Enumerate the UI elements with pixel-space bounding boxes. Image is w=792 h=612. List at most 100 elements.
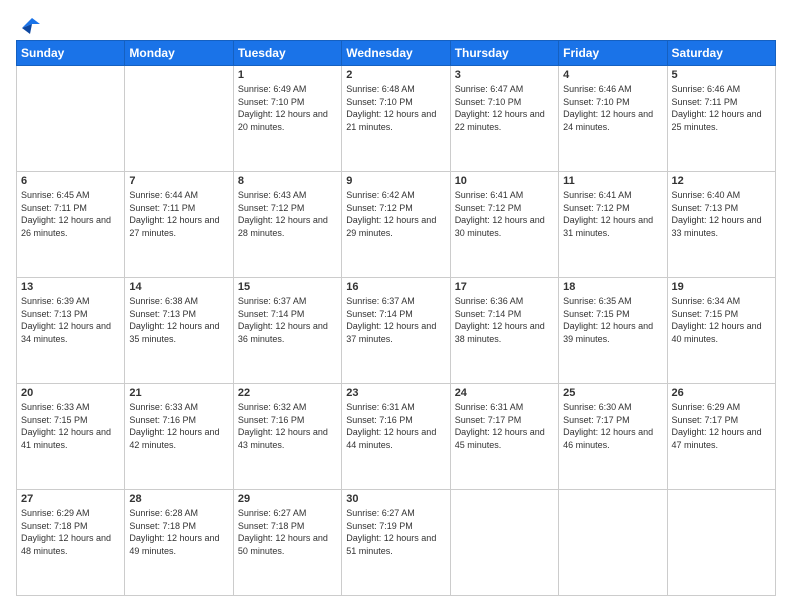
day-info: Sunrise: 6:43 AM Sunset: 7:12 PM Dayligh… (238, 189, 337, 239)
day-number: 29 (238, 493, 337, 505)
logo-bird-icon (18, 16, 40, 34)
calendar-day-header: Tuesday (233, 41, 341, 66)
day-info: Sunrise: 6:36 AM Sunset: 7:14 PM Dayligh… (455, 295, 554, 345)
calendar-day-header: Friday (559, 41, 667, 66)
calendar-cell: 29 Sunrise: 6:27 AM Sunset: 7:18 PM Dayli… (233, 490, 341, 596)
day-number: 8 (238, 175, 337, 187)
calendar-cell: 15 Sunrise: 6:37 AM Sunset: 7:14 PM Dayli… (233, 278, 341, 384)
calendar-cell: 6 Sunrise: 6:45 AM Sunset: 7:11 PM Daylig… (17, 172, 125, 278)
day-info: Sunrise: 6:47 AM Sunset: 7:10 PM Dayligh… (455, 83, 554, 133)
calendar-day-header: Thursday (450, 41, 558, 66)
day-number: 23 (346, 387, 445, 399)
calendar-day-header: Saturday (667, 41, 775, 66)
calendar-cell: 21 Sunrise: 6:33 AM Sunset: 7:16 PM Dayli… (125, 384, 233, 490)
calendar-cell: 25 Sunrise: 6:30 AM Sunset: 7:17 PM Dayli… (559, 384, 667, 490)
logo (16, 16, 40, 30)
calendar-cell: 16 Sunrise: 6:37 AM Sunset: 7:14 PM Dayli… (342, 278, 450, 384)
day-info: Sunrise: 6:42 AM Sunset: 7:12 PM Dayligh… (346, 189, 445, 239)
calendar-cell: 17 Sunrise: 6:36 AM Sunset: 7:14 PM Dayli… (450, 278, 558, 384)
calendar-cell (559, 490, 667, 596)
calendar-cell: 13 Sunrise: 6:39 AM Sunset: 7:13 PM Dayli… (17, 278, 125, 384)
calendar-cell (450, 490, 558, 596)
day-number: 25 (563, 387, 662, 399)
day-info: Sunrise: 6:33 AM Sunset: 7:15 PM Dayligh… (21, 401, 120, 451)
day-info: Sunrise: 6:44 AM Sunset: 7:11 PM Dayligh… (129, 189, 228, 239)
day-number: 6 (21, 175, 120, 187)
day-number: 11 (563, 175, 662, 187)
day-info: Sunrise: 6:31 AM Sunset: 7:17 PM Dayligh… (455, 401, 554, 451)
calendar-cell: 28Sunrise: 6:28 AM Sunset: 7:18 PM Dayli… (125, 490, 233, 596)
calendar-table: SundayMondayTuesdayWednesdayThursdayFrid… (16, 40, 776, 596)
day-info: Sunrise: 6:30 AM Sunset: 7:17 PM Dayligh… (563, 401, 662, 451)
day-info: Sunrise: 6:45 AM Sunset: 7:11 PM Dayligh… (21, 189, 120, 239)
calendar-week-row: 13 Sunrise: 6:39 AM Sunset: 7:13 PM Dayli… (17, 278, 776, 384)
day-number: 1 (238, 69, 337, 81)
calendar-week-row: 1 Sunrise: 6:49 AM Sunset: 7:10 PM Daylig… (17, 66, 776, 172)
day-number: 17 (455, 281, 554, 293)
day-number: 18 (563, 281, 662, 293)
day-number: 5 (672, 69, 771, 81)
day-number: 19 (672, 281, 771, 293)
day-info: Sunrise: 6:46 AM Sunset: 7:10 PM Dayligh… (563, 83, 662, 133)
page: SundayMondayTuesdayWednesdayThursdayFrid… (0, 0, 792, 612)
day-info: Sunrise: 6:33 AM Sunset: 7:16 PM Dayligh… (129, 401, 228, 451)
day-number: 24 (455, 387, 554, 399)
day-number: 2 (346, 69, 445, 81)
day-info: Sunrise: 6:31 AM Sunset: 7:16 PM Dayligh… (346, 401, 445, 451)
day-info: Sunrise: 6:38 AM Sunset: 7:13 PM Dayligh… (129, 295, 228, 345)
day-number: 13 (21, 281, 120, 293)
calendar-cell: 23 Sunrise: 6:31 AM Sunset: 7:16 PM Dayli… (342, 384, 450, 490)
calendar-cell: 9 Sunrise: 6:42 AM Sunset: 7:12 PM Daylig… (342, 172, 450, 278)
day-number: 14 (129, 281, 228, 293)
calendar-day-header: Sunday (17, 41, 125, 66)
calendar-cell: 11 Sunrise: 6:41 AM Sunset: 7:12 PM Dayli… (559, 172, 667, 278)
day-info: Sunrise: 6:49 AM Sunset: 7:10 PM Dayligh… (238, 83, 337, 133)
calendar-day-header: Wednesday (342, 41, 450, 66)
day-info: Sunrise: 6:35 AM Sunset: 7:15 PM Dayligh… (563, 295, 662, 345)
day-info: Sunrise: 6:37 AM Sunset: 7:14 PM Dayligh… (346, 295, 445, 345)
calendar-cell: 18 Sunrise: 6:35 AM Sunset: 7:15 PM Dayli… (559, 278, 667, 384)
header (16, 16, 776, 30)
day-info: Sunrise: 6:48 AM Sunset: 7:10 PM Dayligh… (346, 83, 445, 133)
calendar-day-header: Monday (125, 41, 233, 66)
day-info: Sunrise: 6:41 AM Sunset: 7:12 PM Dayligh… (455, 189, 554, 239)
day-number: 21 (129, 387, 228, 399)
day-info: Sunrise: 6:39 AM Sunset: 7:13 PM Dayligh… (21, 295, 120, 345)
calendar-cell: 12 Sunrise: 6:40 AM Sunset: 7:13 PM Dayli… (667, 172, 775, 278)
day-number: 12 (672, 175, 771, 187)
calendar-cell: 30 Sunrise: 6:27 AM Sunset: 7:19 PM Dayli… (342, 490, 450, 596)
calendar-cell: 26Sunrise: 6:29 AM Sunset: 7:17 PM Dayli… (667, 384, 775, 490)
calendar-cell: 2 Sunrise: 6:48 AM Sunset: 7:10 PM Daylig… (342, 66, 450, 172)
calendar-cell (17, 66, 125, 172)
calendar-cell: 7 Sunrise: 6:44 AM Sunset: 7:11 PM Daylig… (125, 172, 233, 278)
calendar-cell: 10Sunrise: 6:41 AM Sunset: 7:12 PM Dayli… (450, 172, 558, 278)
calendar-header-row: SundayMondayTuesdayWednesdayThursdayFrid… (17, 41, 776, 66)
day-number: 15 (238, 281, 337, 293)
calendar-cell: 4 Sunrise: 6:46 AM Sunset: 7:10 PM Daylig… (559, 66, 667, 172)
calendar-cell: 27Sunrise: 6:29 AM Sunset: 7:18 PM Dayli… (17, 490, 125, 596)
day-info: Sunrise: 6:32 AM Sunset: 7:16 PM Dayligh… (238, 401, 337, 451)
calendar-cell: 24 Sunrise: 6:31 AM Sunset: 7:17 PM Dayli… (450, 384, 558, 490)
day-number: 22 (238, 387, 337, 399)
day-info: Sunrise: 6:27 AM Sunset: 7:19 PM Dayligh… (346, 507, 445, 557)
calendar-cell: 20Sunrise: 6:33 AM Sunset: 7:15 PM Dayli… (17, 384, 125, 490)
calendar-week-row: 27Sunrise: 6:29 AM Sunset: 7:18 PM Dayli… (17, 490, 776, 596)
day-info: Sunrise: 6:37 AM Sunset: 7:14 PM Dayligh… (238, 295, 337, 345)
day-info: Sunrise: 6:40 AM Sunset: 7:13 PM Dayligh… (672, 189, 771, 239)
day-number: 9 (346, 175, 445, 187)
calendar-week-row: 6 Sunrise: 6:45 AM Sunset: 7:11 PM Daylig… (17, 172, 776, 278)
day-number: 4 (563, 69, 662, 81)
day-info: Sunrise: 6:46 AM Sunset: 7:11 PM Dayligh… (672, 83, 771, 133)
day-info: Sunrise: 6:34 AM Sunset: 7:15 PM Dayligh… (672, 295, 771, 345)
day-number: 7 (129, 175, 228, 187)
calendar-cell (125, 66, 233, 172)
day-info: Sunrise: 6:41 AM Sunset: 7:12 PM Dayligh… (563, 189, 662, 239)
day-number: 30 (346, 493, 445, 505)
day-info: Sunrise: 6:27 AM Sunset: 7:18 PM Dayligh… (238, 507, 337, 557)
calendar-cell: 14 Sunrise: 6:38 AM Sunset: 7:13 PM Dayli… (125, 278, 233, 384)
day-number: 16 (346, 281, 445, 293)
calendar-cell: 3Sunrise: 6:47 AM Sunset: 7:10 PM Daylig… (450, 66, 558, 172)
day-info: Sunrise: 6:29 AM Sunset: 7:17 PM Dayligh… (672, 401, 771, 451)
day-info: Sunrise: 6:29 AM Sunset: 7:18 PM Dayligh… (21, 507, 120, 557)
calendar-cell (667, 490, 775, 596)
